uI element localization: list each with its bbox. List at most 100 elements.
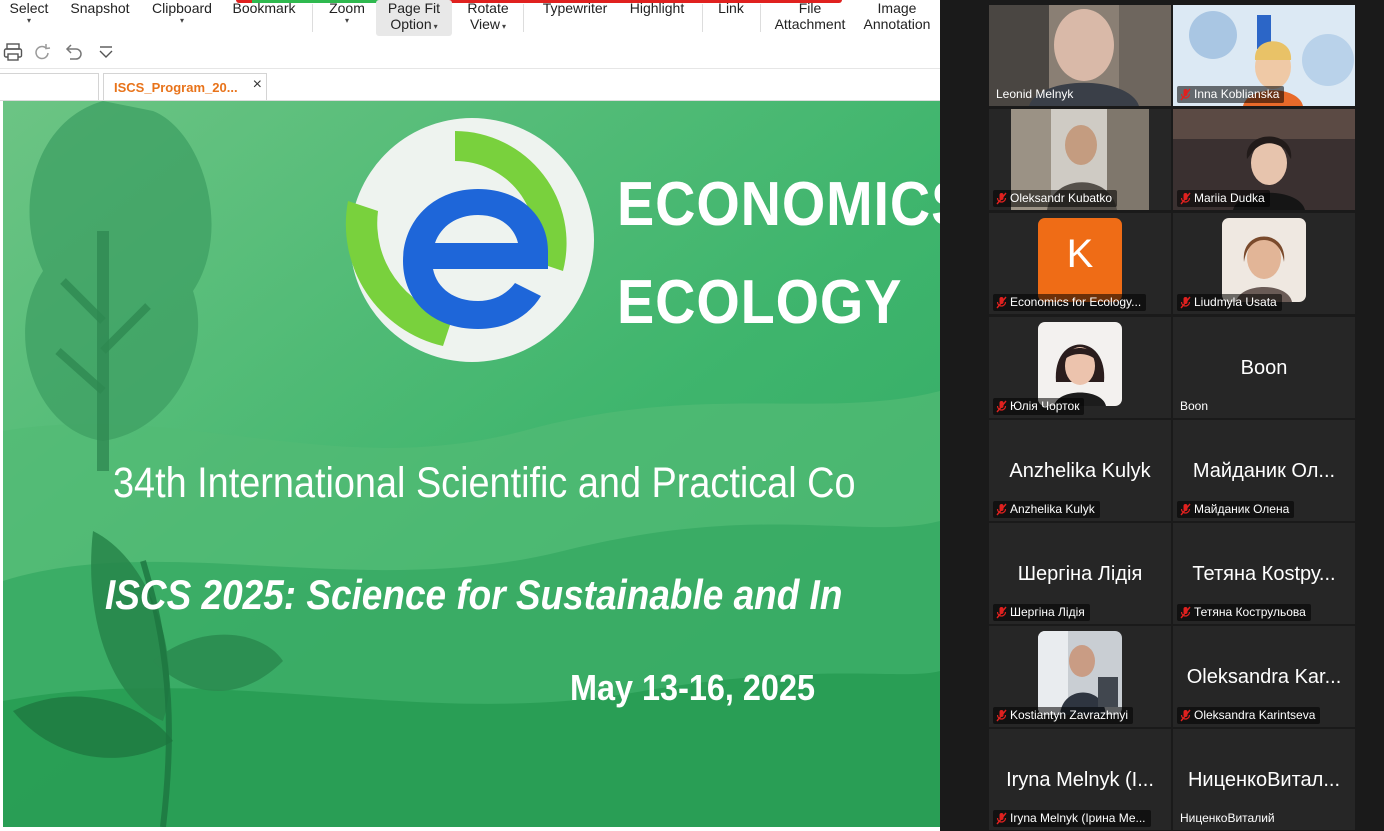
participant-name-label: Oleksandr Kubatko bbox=[993, 190, 1118, 207]
document-tab-strip: ISCS_Program_20... × bbox=[0, 69, 940, 101]
participant-name: Oleksandra Karintseva bbox=[1194, 708, 1316, 722]
tab-previous[interactable] bbox=[0, 73, 99, 100]
microphone-muted-icon bbox=[1180, 606, 1191, 619]
participant-name-label: Тетяна Кострульова bbox=[1177, 604, 1311, 621]
participant-tile[interactable]: Майданик Ол... Майданик Олена bbox=[1173, 420, 1355, 521]
page-fit-label-line2: Option bbox=[390, 16, 432, 32]
highlight-button[interactable]: Highlight bbox=[622, 0, 692, 16]
avatar bbox=[1038, 631, 1122, 715]
participant-name-label: Inna Koblianska bbox=[1177, 86, 1285, 103]
participant-tile[interactable]: K Economics for Ecology... bbox=[989, 213, 1171, 314]
participant-name: Anzhelika Kulyk bbox=[1010, 502, 1095, 516]
participant-name-label: Leonid Melnyk bbox=[993, 86, 1078, 103]
microphone-muted-icon bbox=[996, 296, 1007, 309]
participant-name: Inna Koblianska bbox=[1194, 87, 1280, 101]
microphone-muted-icon bbox=[1180, 503, 1191, 516]
participant-name-label: Kostiantyn Zavrazhnyi bbox=[993, 707, 1134, 724]
document-page: ECONOMICS ECOLOGY 34th International Sci… bbox=[3, 101, 940, 827]
participant-name-label: Anzhelika Kulyk bbox=[993, 501, 1100, 518]
participant-name-label: Iryna Melnyk (Ірина Ме... bbox=[993, 810, 1151, 827]
participant-tile[interactable]: Leonid Melnyk bbox=[989, 5, 1171, 106]
microphone-muted-icon bbox=[996, 606, 1007, 619]
participant-name-label: Oleksandra Karintseva bbox=[1177, 707, 1321, 724]
participant-display-name: НиценкоВитал... bbox=[1187, 769, 1341, 791]
file-attachment-button[interactable]: File Attachment bbox=[768, 0, 852, 32]
chevron-down-icon: ▾ bbox=[502, 22, 507, 31]
participant-tile[interactable]: Liudmyla Usata bbox=[1173, 213, 1355, 314]
rotate-view-label-line2: View bbox=[469, 16, 501, 32]
participant-name-label: Liudmyla Usata bbox=[1177, 294, 1282, 311]
toolbar-divider bbox=[312, 4, 313, 32]
snapshot-label: Snapshot bbox=[70, 0, 130, 16]
snapshot-button[interactable]: Snapshot bbox=[64, 0, 136, 16]
bookmark-button[interactable]: Bookmark bbox=[228, 0, 300, 16]
participant-name: Oleksandr Kubatko bbox=[1010, 191, 1113, 205]
chevron-down-icon: ▾ bbox=[344, 16, 349, 25]
participant-display-name: Anzhelika Kulyk bbox=[1009, 460, 1151, 482]
participant-name: Тетяна Кострульова bbox=[1194, 605, 1306, 619]
participant-name-label: Майданик Олена bbox=[1177, 501, 1295, 518]
microphone-muted-icon bbox=[1180, 88, 1191, 101]
typewriter-button[interactable]: Typewriter bbox=[532, 0, 618, 16]
select-label: Select bbox=[9, 0, 49, 16]
participant-name-label: НиценкоВиталий bbox=[1177, 810, 1280, 827]
participant-display-name: Iryna Melnyk (I... bbox=[1006, 769, 1154, 791]
redo-icon[interactable] bbox=[31, 41, 53, 63]
participant-name: Economics for Ecology... bbox=[1010, 295, 1142, 309]
participant-tile[interactable]: Шергіна Лідія Шергіна Лідія bbox=[989, 523, 1171, 624]
participant-name-label: Шергіна Лідія bbox=[993, 604, 1090, 621]
microphone-muted-icon bbox=[1180, 296, 1191, 309]
select-button[interactable]: Select ▾ bbox=[4, 0, 54, 26]
typewriter-label: Typewriter bbox=[542, 0, 608, 16]
participant-name: Шергіна Лідія bbox=[1010, 605, 1085, 619]
image-annotation-label-line2: Annotation bbox=[863, 16, 931, 32]
avatar bbox=[1038, 322, 1122, 406]
participant-tile[interactable]: Iryna Melnyk (I... Iryna Melnyk (Ірина М… bbox=[989, 729, 1171, 830]
link-button[interactable]: Link bbox=[710, 0, 752, 16]
conference-title: 34th International Scientific and Practi… bbox=[113, 459, 856, 507]
participant-tile[interactable]: НиценкоВитал... НиценкоВиталий bbox=[1173, 729, 1355, 830]
image-annotation-label-line1: Image bbox=[877, 0, 917, 16]
participant-name: Leonid Melnyk bbox=[996, 87, 1074, 101]
pdf-editor: Select ▾ Snapshot Clipboard ▾ Bookmark Z… bbox=[0, 0, 940, 831]
clipboard-button[interactable]: Clipboard ▾ bbox=[146, 0, 218, 26]
logo-title-ecology: ECOLOGY bbox=[617, 268, 903, 337]
conference-subtitle: ISCS 2025: Science for Sustainable and I… bbox=[105, 571, 843, 618]
participant-tile[interactable]: Oleksandr Kubatko bbox=[989, 109, 1171, 210]
conference-dates: May 13-16, 2025 bbox=[570, 667, 815, 708]
undo-icon[interactable] bbox=[62, 41, 84, 63]
customize-dropdown-icon[interactable] bbox=[95, 41, 117, 63]
chevron-down-icon: ▾ bbox=[433, 22, 438, 31]
participant-tile[interactable]: Boon Boon bbox=[1173, 317, 1355, 418]
logo-title-economics: ECONOMICS bbox=[617, 170, 940, 239]
participant-tile[interactable]: Inna Koblianska bbox=[1173, 5, 1355, 106]
participant-tile[interactable]: Oleksandra Kar... Oleksandra Karintseva bbox=[1173, 626, 1355, 727]
participant-tile[interactable]: Kostiantyn Zavrazhnyi bbox=[989, 626, 1171, 727]
participant-tile[interactable]: Anzhelika Kulyk Anzhelika Kulyk bbox=[989, 420, 1171, 521]
print-icon[interactable] bbox=[2, 41, 24, 63]
close-icon[interactable]: × bbox=[253, 76, 262, 94]
microphone-muted-icon bbox=[996, 709, 1007, 722]
rotate-view-label-line1: Rotate bbox=[467, 0, 509, 16]
participant-tile[interactable]: Тетяна Кostру... Тетяна Кострульова bbox=[1173, 523, 1355, 624]
page-fit-option-button[interactable]: Page Fit Option ▾ bbox=[376, 0, 452, 36]
rotate-view-button[interactable]: Rotate View ▾ bbox=[456, 0, 520, 35]
tab-iscs-program[interactable]: ISCS_Program_20... × bbox=[103, 73, 267, 100]
microphone-muted-icon bbox=[996, 503, 1007, 516]
participant-tile[interactable]: Юлія Чорток bbox=[989, 317, 1171, 418]
participant-name: Kostiantyn Zavrazhnyi bbox=[1010, 708, 1129, 722]
clipboard-label: Clipboard bbox=[152, 0, 212, 16]
zoom-button[interactable]: Zoom ▾ bbox=[322, 0, 372, 26]
chevron-down-icon: ▾ bbox=[179, 16, 184, 25]
participant-name-label: Mariia Dudka bbox=[1177, 190, 1270, 207]
quick-access-bar bbox=[0, 38, 940, 69]
participant-name: Майданик Олена bbox=[1194, 502, 1290, 516]
participant-tile[interactable]: Mariia Dudka bbox=[1173, 109, 1355, 210]
bookmark-label: Bookmark bbox=[232, 0, 296, 16]
link-label: Link bbox=[718, 0, 744, 16]
file-attachment-label-line2: Attachment bbox=[774, 16, 846, 32]
image-annotation-button[interactable]: Image Annotation bbox=[858, 0, 936, 32]
participant-display-name: Oleksandra Kar... bbox=[1186, 666, 1342, 688]
participant-name-label: Economics for Ecology... bbox=[993, 294, 1147, 311]
participant-display-name: Boon bbox=[1240, 357, 1288, 379]
